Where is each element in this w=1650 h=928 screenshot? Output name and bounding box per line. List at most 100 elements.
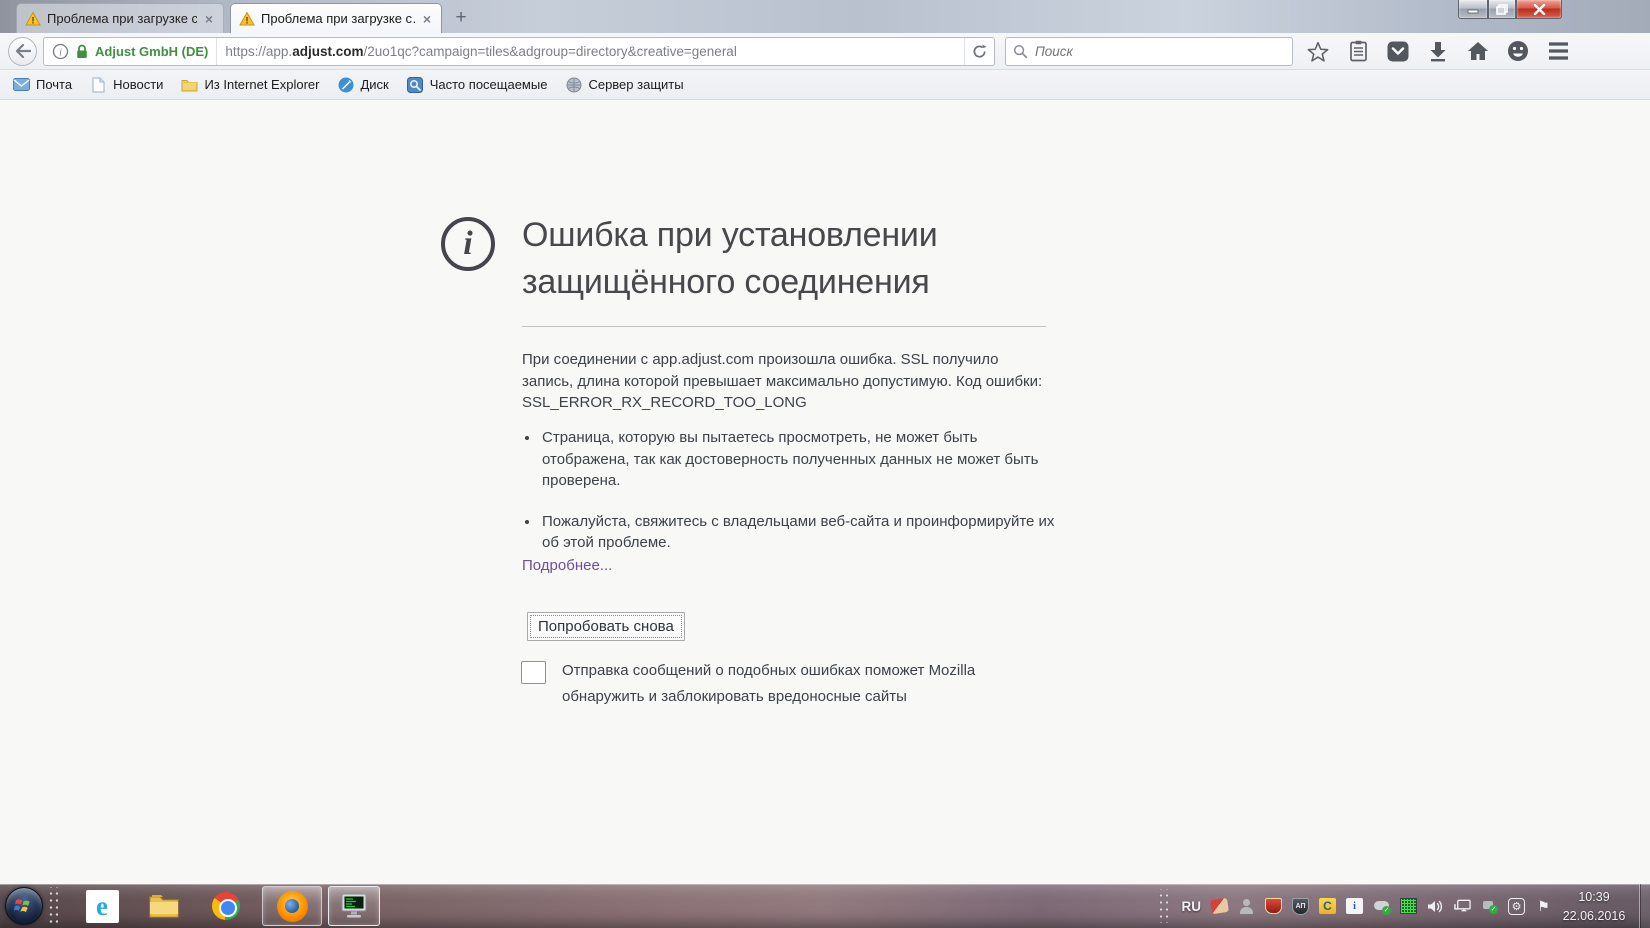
tab-2-active[interactable]: ! Проблема при загрузке с… × bbox=[230, 3, 442, 33]
home-button[interactable] bbox=[1465, 38, 1491, 64]
clock-date: 22.06.2016 bbox=[1562, 909, 1626, 923]
start-button[interactable] bbox=[5, 887, 43, 925]
system-tray: RU АП C i ⚙ ⚑ bbox=[1153, 884, 1553, 928]
mail-icon bbox=[13, 76, 30, 93]
disk-icon bbox=[337, 76, 354, 93]
status-check-tray-icon[interactable] bbox=[1481, 898, 1498, 915]
warning-icon: ! bbox=[25, 10, 41, 27]
warning-icon: ! bbox=[239, 10, 255, 27]
close-button[interactable] bbox=[1516, 0, 1562, 19]
tab-1[interactable]: ! Проблема при загрузке с… × bbox=[16, 3, 224, 33]
window-controls bbox=[1458, 0, 1562, 19]
volume-tray-icon[interactable] bbox=[1427, 898, 1444, 915]
toolbar-buttons bbox=[1305, 38, 1571, 64]
bookmark-frequent[interactable]: Часто посещаемые bbox=[400, 73, 555, 96]
restore-button[interactable] bbox=[1488, 0, 1516, 19]
titlebar: ! Проблема при загрузке с… × ! Проблема … bbox=[0, 0, 1650, 33]
show-desktop-button[interactable] bbox=[1639, 884, 1650, 928]
notes-tray-icon[interactable]: i bbox=[1346, 898, 1363, 914]
bookmark-label: Из Internet Explorer bbox=[204, 77, 320, 92]
bookmark-security-server[interactable]: Сервер защиты bbox=[558, 73, 690, 96]
download-icon bbox=[1430, 41, 1446, 61]
folder-icon bbox=[149, 895, 179, 918]
error-bullet: Пожалуйста, свяжитесь с владельцами веб-… bbox=[540, 511, 1056, 554]
clipboard-icon bbox=[1349, 40, 1367, 62]
user-tray-icon[interactable] bbox=[1238, 898, 1255, 915]
bookmark-label: Почта bbox=[36, 77, 73, 92]
url-text[interactable]: https://app.adjust.com/2uo1qc?campaign=t… bbox=[225, 44, 964, 59]
search-icon bbox=[1013, 44, 1028, 58]
home-icon bbox=[1468, 42, 1488, 60]
cloud-sync-tray-icon[interactable] bbox=[1373, 898, 1391, 915]
tab-close-icon[interactable]: × bbox=[203, 11, 215, 27]
divider bbox=[522, 326, 1046, 327]
identity-label: Adjust GmbH (DE) bbox=[95, 43, 209, 59]
bookmarks-menu-button[interactable] bbox=[1345, 38, 1371, 64]
taskbar: e RU АП C i ✓ ✓ ⚙ ⚑ 10:39 22.06.2016 bbox=[0, 884, 1650, 928]
action-center-flag-icon[interactable]: ⚑ bbox=[1535, 898, 1552, 915]
tab-close-icon[interactable]: × bbox=[421, 11, 433, 27]
page-content: i Ошибка при установлении защищённого со… bbox=[0, 100, 1650, 884]
taskbar-clock[interactable]: 10:39 22.06.2016 bbox=[1554, 888, 1634, 926]
tab-title: Проблема при загрузке с… bbox=[47, 11, 197, 26]
quick-launch-separator bbox=[47, 887, 58, 925]
settings-tray-icon[interactable]: ⚙ bbox=[1508, 897, 1525, 915]
search-box[interactable] bbox=[1005, 36, 1293, 66]
learn-more-link[interactable]: Подробнее... bbox=[522, 557, 612, 574]
pocket-button[interactable] bbox=[1385, 38, 1411, 64]
search-input[interactable] bbox=[1035, 43, 1265, 59]
globe-icon bbox=[565, 76, 582, 93]
svg-text:!: ! bbox=[32, 15, 35, 25]
svg-text:i: i bbox=[59, 47, 62, 58]
red-shield-tray-icon[interactable] bbox=[1265, 898, 1282, 914]
hamburger-icon bbox=[1548, 42, 1568, 60]
language-indicator[interactable]: RU bbox=[1182, 899, 1202, 914]
error-bullet: Страница, которую вы пытаетесь просмотре… bbox=[540, 427, 1056, 492]
bookmark-star-button[interactable] bbox=[1305, 38, 1331, 64]
menu-button[interactable] bbox=[1545, 38, 1571, 64]
page-icon bbox=[90, 76, 107, 93]
network-tray-icon[interactable] bbox=[1454, 898, 1471, 915]
reload-button[interactable] bbox=[964, 37, 994, 65]
clock-time: 10:39 bbox=[1578, 890, 1610, 904]
bookmarks-bar: Почта Новости Из Internet Explorer Диск … bbox=[0, 70, 1650, 100]
new-tab-button[interactable]: + bbox=[448, 6, 474, 30]
taskbar-item-chrome[interactable] bbox=[204, 886, 248, 926]
error-description: При соединении с app.adjust.com произошл… bbox=[522, 351, 1043, 411]
tab-title: Проблема при загрузке с… bbox=[261, 11, 415, 26]
report-checkbox[interactable] bbox=[521, 661, 546, 684]
navigation-toolbar: i Adjust GmbH (DE) https://app.adjust.co… bbox=[0, 33, 1650, 70]
bookmark-mail[interactable]: Почта bbox=[6, 73, 79, 96]
error-title: Ошибка при установлении защищённого соед… bbox=[522, 216, 938, 301]
bookmark-disk[interactable]: Диск bbox=[330, 73, 395, 96]
report-checkbox-label: Отправка сообщений о подобных ошибках по… bbox=[562, 662, 976, 705]
url-bar[interactable]: i Adjust GmbH (DE) https://app.adjust.co… bbox=[43, 36, 995, 66]
retry-button[interactable]: Попробовать снова bbox=[527, 612, 685, 641]
info-icon: i bbox=[52, 43, 69, 59]
taskbar-item-firefox-active[interactable] bbox=[262, 886, 322, 926]
site-identity-block[interactable]: i Adjust GmbH (DE) bbox=[44, 37, 218, 65]
hello-button[interactable] bbox=[1505, 38, 1531, 64]
bookmark-label: Диск bbox=[360, 77, 389, 92]
star-icon bbox=[1307, 41, 1329, 62]
bookmark-label: Часто посещаемые bbox=[429, 77, 548, 92]
taskbar-item-console-app[interactable] bbox=[328, 886, 380, 926]
cleaner-tray-icon[interactable] bbox=[1210, 897, 1229, 915]
yellow-c-tray-icon[interactable]: C bbox=[1319, 898, 1336, 914]
bookmark-label: Новости bbox=[113, 77, 164, 92]
downloads-button[interactable] bbox=[1425, 38, 1451, 64]
svg-text:!: ! bbox=[246, 15, 249, 25]
taskbar-item-internet-explorer[interactable]: e bbox=[80, 886, 124, 926]
green-grid-tray-icon[interactable] bbox=[1400, 898, 1417, 914]
internet-explorer-icon: e bbox=[85, 889, 119, 923]
dark-shield-tray-icon[interactable]: АП bbox=[1292, 897, 1309, 915]
bookmark-news[interactable]: Новости bbox=[83, 73, 170, 96]
minimize-button[interactable] bbox=[1458, 0, 1488, 19]
info-circle-icon: i bbox=[441, 217, 495, 271]
tray-separator bbox=[1156, 889, 1168, 923]
back-button[interactable] bbox=[8, 36, 37, 66]
bookmark-folder-ie[interactable]: Из Internet Explorer bbox=[174, 73, 326, 96]
firefox-icon bbox=[276, 890, 308, 922]
taskbar-item-explorer[interactable] bbox=[142, 886, 186, 926]
error-bullet-list: Страница, которую вы пытаетесь просмотре… bbox=[540, 427, 1056, 573]
